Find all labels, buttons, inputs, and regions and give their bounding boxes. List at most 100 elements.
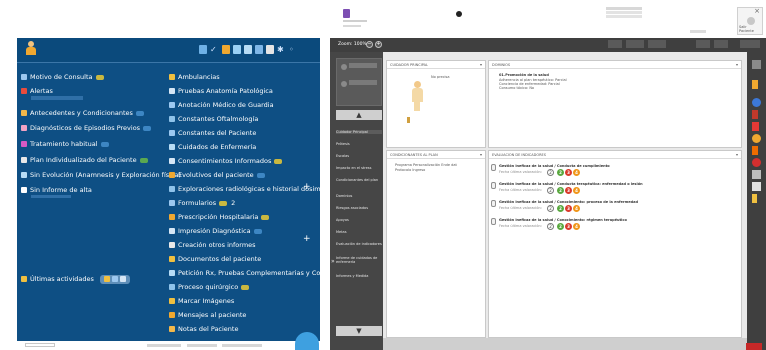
pencil-icon[interactable] (752, 80, 758, 89)
menu-item[interactable] (740, 40, 760, 48)
sidebar-item[interactable]: Apoyos (336, 218, 382, 222)
list-item[interactable]: Notas del Paciente (169, 324, 238, 334)
list-item[interactable]: Sin Informe de alta (21, 185, 92, 195)
menu-item[interactable] (648, 40, 666, 48)
list-item[interactable]: Proceso quirúrgico (169, 282, 250, 292)
list-item[interactable]: Constantes del Paciente (169, 128, 256, 138)
flame-icon[interactable] (752, 146, 758, 155)
home-button[interactable] (295, 332, 319, 350)
list-item[interactable]: Formularios 2 (169, 198, 235, 208)
list-item[interactable]: Cuidados de Enfermería (169, 142, 256, 152)
list-item[interactable]: Exploraciones radiológicas e historial d… (169, 184, 320, 194)
list-item[interactable]: Motivo de Consulta (21, 72, 104, 82)
sidebar-item[interactable]: Informes y Medida (336, 274, 382, 278)
list-item[interactable]: Creación otros informes (169, 240, 256, 250)
score-dot-red[interactable]: 3 (565, 205, 572, 212)
expand-plus-button[interactable]: + (303, 182, 311, 192)
sidebar-item[interactable]: Impacto en el stress (336, 166, 382, 170)
list-item[interactable]: Documentos del paciente (169, 254, 261, 264)
list-item[interactable]: Antecedentes y Condicionantes (21, 108, 144, 118)
drop-icon[interactable] (752, 98, 761, 107)
scissors-icon[interactable] (752, 170, 761, 179)
card-menu-icon[interactable]: ▾ (480, 62, 482, 67)
alert-indicator[interactable] (746, 343, 762, 350)
user-icon[interactable] (25, 41, 37, 57)
menu-item[interactable] (696, 40, 710, 48)
score-dot-green[interactable]: 2 (557, 223, 564, 230)
list-item[interactable]: Constantes Oftalmología (169, 114, 258, 124)
grid-icon[interactable] (255, 45, 263, 54)
zoom-out-button[interactable]: − (366, 41, 373, 48)
exit-patient-button[interactable]: × Salir Paciente (737, 7, 763, 35)
grid-icon[interactable] (752, 60, 761, 69)
list-item[interactable]: Pruebas Anatomía Patológica (169, 86, 273, 96)
score-box[interactable]: 2 (547, 187, 554, 194)
settings-icon[interactable]: ✱ (277, 45, 286, 54)
cart-icon[interactable] (266, 45, 274, 54)
list-item[interactable]: Marcar Imágenes (169, 296, 234, 306)
sidebar-item[interactable]: Cuidador Principal (336, 130, 382, 134)
card-menu-icon[interactable]: ▾ (736, 152, 738, 157)
list-item[interactable]: Evolutivos del paciente (169, 170, 265, 180)
list-item[interactable]: Alertas (21, 86, 53, 96)
activity-filter[interactable] (99, 274, 130, 284)
list-item[interactable]: Anotación Médico de Guardia (169, 100, 274, 110)
info-icon[interactable]: ◦ (289, 45, 298, 54)
drag-handle[interactable] (491, 218, 496, 225)
card-menu-icon[interactable]: ▾ (736, 62, 738, 67)
list-item[interactable]: Petición Rx, Pruebas Complementarias y C… (169, 268, 320, 278)
menu-item[interactable] (626, 40, 644, 48)
list-item[interactable]: Impresión Diagnóstica (169, 226, 262, 236)
menu-item[interactable] (608, 40, 622, 48)
person-icon[interactable] (752, 134, 761, 143)
sidebar-item[interactable]: Riesgos asociados (336, 206, 382, 210)
scroll-up-button[interactable]: ▲ (336, 110, 382, 120)
score-dot-green[interactable]: 2 (557, 187, 564, 194)
score-dot-red[interactable]: 3 (565, 187, 572, 194)
score-box[interactable]: 2 (547, 169, 554, 176)
menu-item[interactable] (714, 40, 728, 48)
scroll-down-button[interactable]: ▼ (336, 326, 382, 336)
card-menu-icon[interactable]: ▾ (480, 152, 482, 157)
sidebar-item[interactable]: Evaluación de indicadores (336, 242, 382, 246)
sidebar-item[interactable]: Metas (336, 230, 382, 234)
score-dot-red[interactable]: 3 (565, 169, 572, 176)
list-item[interactable]: Últimas actividades (21, 274, 130, 284)
score-box[interactable]: 2 (547, 205, 554, 212)
score-dot-green[interactable]: 2 (557, 205, 564, 212)
zoom-in-button[interactable]: + (375, 41, 382, 48)
cross-icon[interactable] (752, 122, 759, 131)
person-icon[interactable] (222, 45, 230, 54)
list-item[interactable]: Mensajes al paciente (169, 310, 246, 320)
drag-handle[interactable] (491, 182, 496, 189)
sidebar-item[interactable]: Informe de cuidados de enfermería (336, 256, 382, 264)
drag-handle[interactable] (491, 164, 496, 171)
list-item[interactable]: Consentimientos Informados (169, 156, 283, 166)
list-item[interactable]: Diagnósticos de Episodios Previos (21, 123, 152, 133)
list-item[interactable]: Sin Evolución (Anamnesis y Exploración f… (21, 170, 181, 180)
score-dot-orange[interactable]: 4 (573, 187, 580, 194)
list-item[interactable]: Prescripción Hospitalaria (169, 212, 270, 222)
score-dot-orange[interactable]: 4 (573, 169, 580, 176)
list-icon[interactable] (233, 45, 241, 54)
list-item[interactable]: Plan Individualizado del Paciente (21, 155, 148, 165)
bottle-icon[interactable] (752, 194, 757, 203)
expand-sidebar-button[interactable]: » (331, 258, 335, 265)
pin-icon[interactable] (752, 110, 758, 119)
score-dot-red[interactable]: 3 (565, 223, 572, 230)
sidebar-item[interactable]: Prótesis (336, 142, 382, 146)
check-icon[interactable]: ✓ (210, 45, 219, 54)
sidebar-item[interactable]: Escalas (336, 154, 382, 158)
chart-icon[interactable] (199, 45, 207, 54)
sidebar-item[interactable]: Dominios (336, 194, 382, 198)
list-item[interactable]: Tratamiento habitual (21, 139, 109, 149)
image-icon[interactable] (752, 182, 761, 191)
expand-plus-button[interactable]: + (303, 234, 311, 244)
block-icon[interactable] (752, 158, 761, 167)
sidebar-item[interactable]: Condicionantes del plan (336, 178, 382, 182)
close-icon[interactable]: × (754, 8, 760, 15)
score-box[interactable]: 2 (547, 223, 554, 230)
drag-handle[interactable] (491, 200, 496, 207)
list-item[interactable]: Ambulancias (169, 72, 220, 82)
patient-status-card[interactable] (336, 58, 382, 106)
